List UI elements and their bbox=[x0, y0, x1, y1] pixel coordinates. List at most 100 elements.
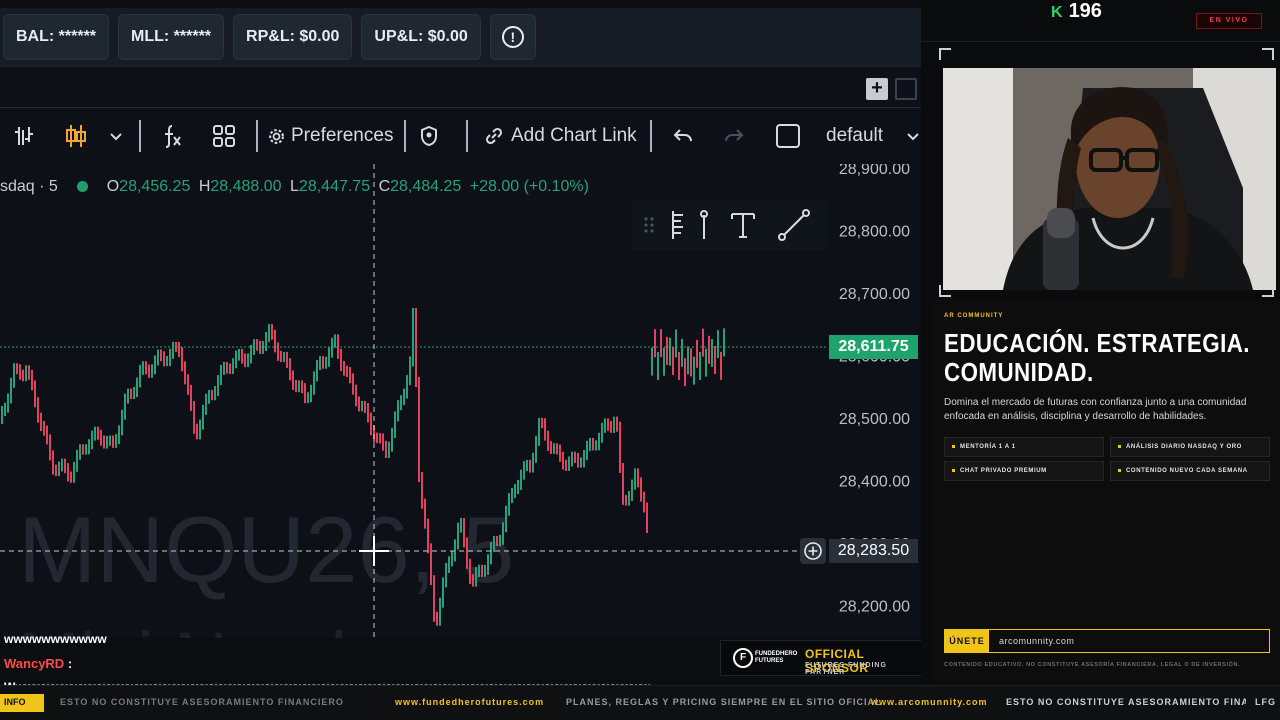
redo-button[interactable] bbox=[723, 108, 745, 164]
close-label: C bbox=[378, 178, 391, 195]
risk-shield-button[interactable] bbox=[419, 108, 439, 164]
price-axis-label: 28,700.00 bbox=[839, 286, 910, 303]
price-axis-labels: 28,900.0028,800.0028,700.0028,600.0028,5… bbox=[839, 164, 910, 616]
ticker-item: ESTO NO CONSTITUYE ASESORAMIENTO FINANCI… bbox=[1006, 697, 1246, 707]
sponsor-logo-icon: F bbox=[733, 648, 753, 668]
frame-corner bbox=[939, 48, 951, 60]
preferences-button[interactable]: Preferences bbox=[268, 108, 393, 164]
layout-grid-button[interactable] bbox=[212, 108, 236, 164]
toolbar-divider bbox=[139, 120, 141, 152]
layout-label: default bbox=[826, 125, 884, 146]
sponsor-banner[interactable]: F FUNDEDHERO FUTURES OFFICIAL SPONSOR FU… bbox=[720, 640, 926, 676]
add-chart-link-button[interactable]: Add Chart Link bbox=[483, 108, 637, 164]
join-button[interactable]: ÚNETE bbox=[945, 630, 989, 652]
chat-message-text: wwwwwwwwwww bbox=[4, 632, 107, 646]
news-ticker: INFO ESTO NO CONSTITUYE ASESORAMIENTO FI… bbox=[0, 685, 1280, 720]
open-value: 28,456.25 bbox=[119, 178, 191, 195]
text-tool-icon[interactable] bbox=[730, 211, 756, 239]
alert-button[interactable]: ! bbox=[489, 14, 536, 60]
redo-icon bbox=[725, 129, 744, 142]
promo-description: Domina el mercado de futuras con confian… bbox=[944, 397, 1247, 422]
ohlc-legend: sdaq · 5 O28,456.25 H28,488.00 L28,447.7… bbox=[0, 178, 589, 196]
sponsor-subtitle: FUTURES FUNDING PARTNER bbox=[805, 662, 887, 676]
ticker-badge: INFO bbox=[0, 694, 44, 712]
high-label: H bbox=[198, 178, 211, 195]
bullet-icon bbox=[952, 444, 955, 448]
watermark-symbol: MNQU26, 5 bbox=[18, 497, 514, 602]
viewer-count-value: 196 bbox=[1068, 0, 1102, 22]
viewer-count: K 196 bbox=[1051, 0, 1102, 23]
realized-pnl-pill[interactable]: RP&L: $0.00 bbox=[233, 14, 353, 60]
stream-panel: K 196 EN VIVO AR COMMUNITY EDUCACIÓN. ES… bbox=[921, 0, 1280, 685]
feature-label: CONTENIDO NUEVO CADA SEMANA bbox=[1126, 468, 1248, 474]
bar-style-button[interactable] bbox=[12, 108, 36, 164]
toolbar-divider bbox=[650, 120, 652, 152]
add-order-button[interactable] bbox=[800, 538, 826, 564]
promo-eyebrow: AR COMMUNITY bbox=[944, 313, 1004, 319]
promo-headline-line: EDUCACIÓN. ESTRATEGIA. bbox=[944, 328, 1250, 358]
candlestick-icon bbox=[66, 125, 86, 147]
frame-corner bbox=[1262, 48, 1274, 60]
low-label: L bbox=[290, 178, 299, 195]
mll-pill[interactable]: MLL: ****** bbox=[118, 14, 225, 60]
price-axis-label: 28,900.00 bbox=[839, 164, 910, 178]
ticker-item: www.arcomunnity.com bbox=[871, 697, 988, 707]
ticker-item: ESTO NO CONSTITUYE ASESORAMIENTO FINANCI… bbox=[60, 697, 344, 707]
alert-icon: ! bbox=[501, 26, 524, 48]
toolbar-divider bbox=[466, 120, 468, 152]
toolbar-divider bbox=[404, 120, 406, 152]
open-label: O bbox=[106, 178, 120, 195]
unrealized-pnl-pill[interactable]: UP&L: $0.00 bbox=[361, 14, 481, 60]
maximize-button[interactable] bbox=[895, 78, 917, 100]
low-value: 28,447.75 bbox=[298, 178, 371, 195]
line-tool-icon[interactable] bbox=[777, 208, 811, 242]
bullet-icon bbox=[1118, 468, 1121, 472]
square-icon bbox=[776, 124, 800, 148]
add-chart-link-label: Add Chart Link bbox=[511, 125, 637, 146]
current-price-tag: 28,611.75 bbox=[829, 335, 918, 359]
toolbar-divider bbox=[256, 120, 258, 152]
join-url[interactable]: arcomunnity.com bbox=[999, 636, 1074, 646]
feature-item: CONTENIDO NUEVO CADA SEMANA bbox=[1110, 461, 1270, 481]
plus-circle-icon bbox=[804, 542, 822, 560]
layout-dropdown[interactable]: default bbox=[826, 108, 921, 164]
price-axis-label: 28,800.00 bbox=[839, 224, 910, 241]
high-value: 28,488.00 bbox=[210, 178, 282, 195]
price-chart[interactable]: MNQU26, 5 Mini Nasdaq sdaq · 5 O28,456.2… bbox=[0, 164, 921, 638]
chat-message: WancyRD : bbox=[4, 656, 72, 671]
join-cta[interactable]: ÚNETE arcomunnity.com bbox=[944, 629, 1270, 653]
function-icon bbox=[165, 125, 181, 148]
ticker-item: www.fundedherofutures.com bbox=[395, 697, 545, 707]
candle-style-button[interactable] bbox=[64, 108, 88, 164]
snapshot-button[interactable] bbox=[775, 108, 801, 164]
bars-icon bbox=[15, 127, 33, 145]
price-axis-label: 28,200.00 bbox=[839, 599, 910, 616]
price-axis-label: 28,400.00 bbox=[839, 474, 910, 491]
feature-item: ANÁLISIS DIARIO NASDAQ Y ORO bbox=[1110, 437, 1270, 457]
chat-username: WancyRD bbox=[4, 656, 65, 671]
balance-pill[interactable]: BAL: ****** bbox=[3, 14, 110, 60]
price-axis[interactable]: 28,900.0028,800.0028,700.0028,600.0028,5… bbox=[828, 164, 921, 638]
feature-label: CHAT PRIVADO PREMIUM bbox=[960, 468, 1047, 474]
community-promo: AR COMMUNITY EDUCACIÓN. ESTRATEGIA. COMU… bbox=[934, 300, 1280, 685]
ticker-item: PLANES, REGLAS Y PRICING SIEMPRE EN EL S… bbox=[566, 697, 882, 707]
grid-icon bbox=[213, 125, 235, 147]
chart-style-dropdown[interactable] bbox=[108, 108, 124, 164]
sponsor-logo-text: FUNDEDHERO FUTURES bbox=[755, 651, 798, 664]
fib-tool-icon[interactable] bbox=[670, 209, 708, 241]
undo-button[interactable] bbox=[672, 108, 694, 164]
bullet-icon bbox=[952, 468, 955, 472]
symbol-label: sdaq · 5 bbox=[0, 178, 58, 195]
feature-item: CHAT PRIVADO PREMIUM bbox=[944, 461, 1104, 481]
stream-header: K 196 EN VIVO bbox=[921, 0, 1280, 42]
price-axis-label: 28,500.00 bbox=[839, 411, 910, 428]
preferences-label: Preferences bbox=[291, 125, 394, 146]
indicators-button[interactable] bbox=[160, 108, 184, 164]
streamer-webcam-image bbox=[943, 68, 1276, 290]
add-window-button[interactable]: + bbox=[866, 78, 888, 100]
webcam-feed bbox=[943, 68, 1276, 290]
drag-handle-icon[interactable] bbox=[642, 215, 656, 235]
trading-platform: BAL: ****** MLL: ****** RP&L: $0.00 UP&L… bbox=[0, 0, 921, 638]
undo-icon bbox=[673, 129, 692, 142]
kick-logo-icon: K bbox=[1051, 4, 1063, 21]
